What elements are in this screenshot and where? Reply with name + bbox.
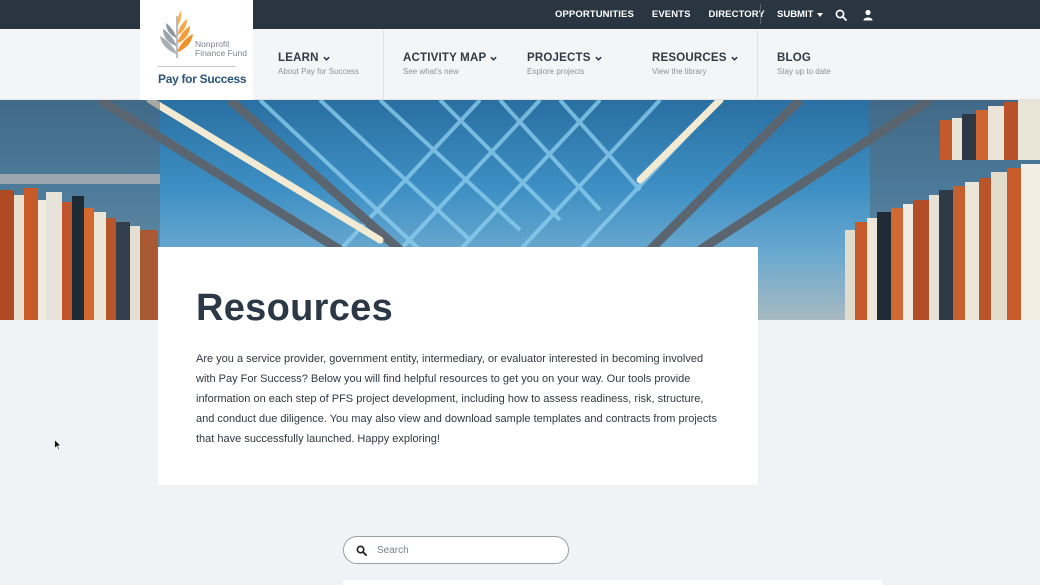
- opportunities-link[interactable]: OPPORTUNITIES: [555, 9, 634, 20]
- nav-item-activity-map[interactable]: ACTIVITY MAP See what's new: [403, 29, 498, 100]
- nav-label: LEARN: [278, 52, 319, 64]
- nav-label: PROJECTS: [527, 52, 591, 64]
- logo-tagline: Pay for Success: [158, 72, 247, 86]
- nav-subtitle: See what's new: [403, 67, 459, 76]
- user-icon[interactable]: [862, 8, 876, 22]
- nav-divider: [757, 29, 758, 100]
- chevron-down-icon: [730, 56, 738, 61]
- logo-divider: [158, 66, 236, 67]
- nav-item-resources[interactable]: RESOURCES View the library: [652, 29, 738, 100]
- nav-subtitle: Explore projects: [527, 67, 585, 76]
- chevron-down-icon: [490, 56, 498, 61]
- nav-item-projects[interactable]: PROJECTS Explore projects: [527, 29, 602, 100]
- events-link[interactable]: EVENTS: [652, 9, 691, 20]
- results-panel-top: [343, 580, 882, 585]
- wheat-logo-icon: [160, 11, 193, 58]
- search-icon[interactable]: [835, 8, 849, 22]
- nav-label: BLOG: [777, 52, 812, 64]
- chevron-down-icon: [594, 56, 602, 61]
- mouse-cursor-icon: [54, 439, 62, 451]
- nav-subtitle: View the library: [652, 67, 707, 76]
- utility-links: OPPORTUNITIES EVENTS DIRECTORY: [555, 0, 783, 29]
- nav-item-blog[interactable]: BLOG Stay up to date: [777, 29, 831, 100]
- site-logo[interactable]: Nonprofit Finance Fund Pay for Success: [140, 0, 253, 100]
- nav-label: RESOURCES: [652, 52, 727, 64]
- nav-subtitle: About Pay for Success: [278, 67, 359, 76]
- logo-org-name: Nonprofit Finance Fund: [195, 39, 247, 58]
- directory-link[interactable]: DIRECTORY: [709, 9, 765, 20]
- resource-search: [343, 536, 569, 564]
- intro-text: Are you a service provider, government e…: [196, 353, 717, 445]
- submit-label: SUBMIT: [777, 9, 814, 20]
- nav-label: ACTIVITY MAP: [403, 52, 487, 64]
- page-title: Resources: [196, 287, 394, 329]
- submit-dropdown[interactable]: SUBMIT: [777, 0, 824, 29]
- caret-down-icon: [817, 12, 824, 17]
- intro-card: Resources Are you a service provider, go…: [158, 247, 758, 485]
- search-input[interactable]: [377, 542, 557, 559]
- nav-divider: [383, 29, 384, 100]
- search-icon: [356, 545, 367, 556]
- utility-divider: [760, 4, 761, 24]
- chevron-down-icon: [322, 56, 330, 61]
- nav-subtitle: Stay up to date: [777, 67, 831, 76]
- nav-item-learn[interactable]: LEARN About Pay for Success: [278, 29, 359, 100]
